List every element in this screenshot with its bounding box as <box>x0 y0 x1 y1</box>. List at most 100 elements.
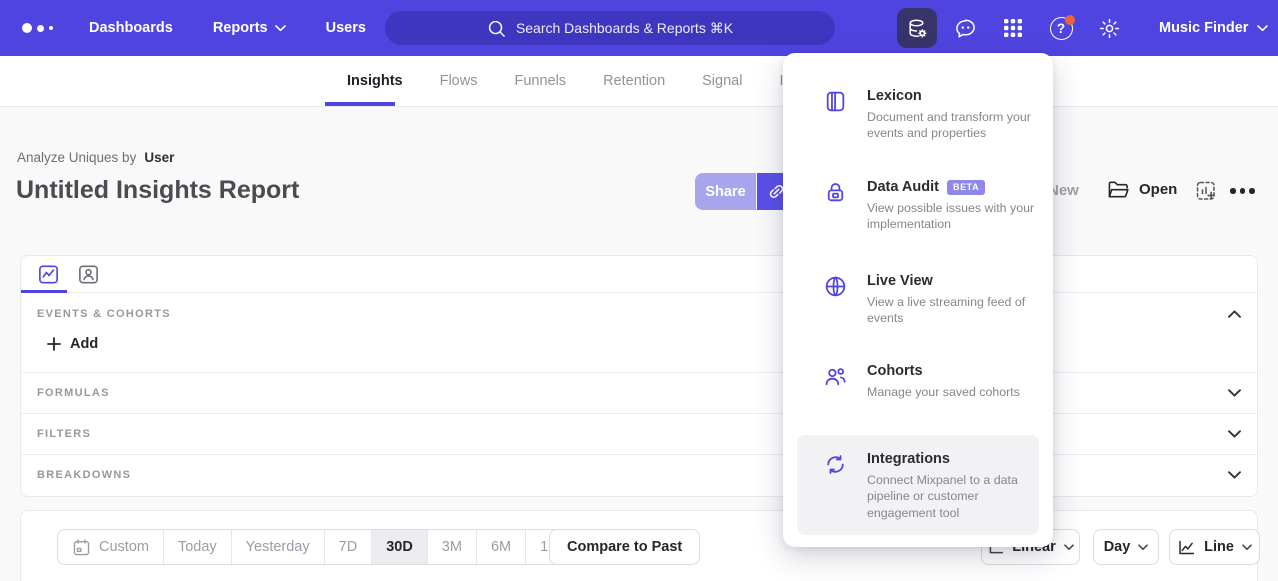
globe-icon <box>823 273 849 327</box>
tab-profiles-view[interactable] <box>75 261 101 287</box>
breakdowns-header: BREAKDOWNS <box>37 469 131 481</box>
add-event-button[interactable]: Add <box>47 336 98 352</box>
query-builder-panel: EVENTS & COHORTS Add FORMULAS FILTERS BR… <box>20 255 1258 497</box>
menu-lexicon-desc: Document and transform your events and p… <box>867 109 1047 142</box>
data-management-dropdown: Lexicon Document and transform your even… <box>783 53 1053 547</box>
tab-retention[interactable]: Retention <box>603 56 665 106</box>
report-type-tabs: Insights Flows Funnels Retention Signal … <box>0 56 1278 107</box>
breadcrumb-prefix: Analyze Uniques by <box>17 150 136 165</box>
nav-reports-label: Reports <box>213 20 268 36</box>
metrics-chart-icon <box>37 263 60 286</box>
settings-button[interactable] <box>1089 8 1129 48</box>
formulas-section[interactable]: FORMULAS <box>21 372 1257 413</box>
menu-item-integrations[interactable]: Integrations Connect Mixpanel to a data … <box>797 435 1039 535</box>
beta-badge: BETA <box>947 180 985 195</box>
menu-item-lexicon[interactable]: Lexicon Document and transform your even… <box>797 78 1039 152</box>
tab-flows-label: Flows <box>440 73 478 89</box>
more-options-button[interactable] <box>1230 188 1255 194</box>
chevron-down-icon <box>1228 430 1241 438</box>
tab-funnels-label: Funnels <box>514 73 566 89</box>
user-profile-icon <box>77 263 100 286</box>
tab-signal[interactable]: Signal <box>702 56 742 106</box>
search-icon <box>487 19 506 38</box>
range-7d[interactable]: 7D <box>324 530 372 564</box>
chart-controls-bar: Custom Today Yesterday 7D 30D 3M 6M 12M … <box>20 510 1258 581</box>
global-search-input[interactable]: Search Dashboards & Reports ⌘K <box>385 11 835 45</box>
range-custom[interactable]: Custom <box>58 530 163 564</box>
page-title: Untitled Insights Report <box>16 176 299 205</box>
date-range-group: Custom Today Yesterday 7D 30D 3M 6M 12M <box>57 529 583 565</box>
people-icon <box>823 363 849 400</box>
interval-label: Day <box>1104 539 1131 555</box>
chevron-down-icon <box>1228 389 1241 397</box>
gear-icon <box>1098 17 1121 40</box>
nav-users[interactable]: Users <box>326 20 366 36</box>
tab-insights-label: Insights <box>347 73 403 89</box>
chart-type-selector[interactable]: Line <box>1169 529 1260 565</box>
tab-metrics-view[interactable] <box>35 261 61 287</box>
tab-signal-label: Signal <box>702 73 742 89</box>
breadcrumb-entity-selector[interactable]: User <box>144 150 174 165</box>
breakdowns-section[interactable]: BREAKDOWNS <box>21 454 1257 495</box>
builder-mode-tabs <box>21 256 1257 293</box>
breadcrumb: Analyze Uniques by User <box>17 150 174 165</box>
search-placeholder: Search Dashboards & Reports ⌘K <box>516 20 733 37</box>
tab-retention-label: Retention <box>603 73 665 89</box>
tab-insights[interactable]: Insights <box>347 56 403 106</box>
primary-nav: Dashboards Reports Users <box>89 20 366 36</box>
events-cohorts-section: EVENTS & COHORTS Add <box>21 293 1257 372</box>
mixpanel-logo[interactable] <box>22 23 53 33</box>
open-label: Open <box>1139 181 1177 198</box>
range-3m[interactable]: 3M <box>427 530 476 564</box>
add-to-dashboard-button[interactable] <box>1195 180 1218 203</box>
chevron-down-icon <box>275 25 286 32</box>
chat-bubble-icon <box>954 17 977 40</box>
chart-type-label: Line <box>1204 539 1234 555</box>
menu-item-cohorts[interactable]: Cohorts Manage your saved cohorts <box>797 353 1039 410</box>
interval-selector[interactable]: Day <box>1093 529 1159 565</box>
add-label: Add <box>70 336 98 352</box>
menu-live-view-desc: View a live streaming feed of events <box>867 294 1047 327</box>
notification-dot <box>1065 15 1075 25</box>
open-report-button[interactable]: Open <box>1107 179 1177 200</box>
chevron-up-icon[interactable] <box>1228 310 1241 318</box>
menu-data-audit-title: Data Audit <box>867 179 939 195</box>
range-yesterday[interactable]: Yesterday <box>231 530 324 564</box>
filters-section[interactable]: FILTERS <box>21 413 1257 454</box>
project-name: Music Finder <box>1159 20 1248 36</box>
lock-icon <box>823 179 849 233</box>
feedback-button[interactable] <box>945 8 985 48</box>
range-30d[interactable]: 30D <box>371 530 427 564</box>
apps-grid-button[interactable] <box>993 8 1033 48</box>
top-navigation: Dashboards Reports Users Search Dashboar… <box>0 0 1278 56</box>
data-management-button[interactable] <box>897 8 937 48</box>
range-today[interactable]: Today <box>163 530 231 564</box>
tab-flows[interactable]: Flows <box>440 56 478 106</box>
folder-icon <box>1107 179 1130 200</box>
compare-to-past-button[interactable]: Compare to Past <box>549 529 700 565</box>
plus-icon <box>47 337 61 351</box>
help-button[interactable]: ? <box>1041 8 1081 48</box>
menu-integrations-desc: Connect Mixpanel to a data pipeline or c… <box>867 472 1047 521</box>
apps-grid-icon <box>1002 17 1024 39</box>
share-group: Share <box>695 173 795 210</box>
board-add-icon <box>1195 180 1218 203</box>
menu-cohorts-desc: Manage your saved cohorts <box>867 384 1047 400</box>
line-chart-icon <box>1177 538 1196 557</box>
top-actions: ? Music Finder <box>897 8 1268 48</box>
nav-reports[interactable]: Reports <box>213 20 286 36</box>
menu-item-data-audit[interactable]: Data Audit BETA View possible issues wit… <box>797 169 1039 243</box>
nav-dashboards[interactable]: Dashboards <box>89 20 173 36</box>
calendar-icon <box>72 538 91 557</box>
active-tab-underline <box>21 290 67 293</box>
chevron-down-icon <box>1242 544 1252 551</box>
tab-funnels[interactable]: Funnels <box>514 56 566 106</box>
menu-lexicon-title: Lexicon <box>867 88 922 104</box>
menu-item-live-view[interactable]: Live View View a live streaming feed of … <box>797 263 1039 337</box>
events-cohorts-header: EVENTS & COHORTS <box>37 308 171 320</box>
range-6m[interactable]: 6M <box>476 530 525 564</box>
chevron-down-icon <box>1138 544 1148 551</box>
project-switcher[interactable]: Music Finder <box>1159 20 1268 36</box>
share-button[interactable]: Share <box>695 173 756 210</box>
chevron-down-icon <box>1228 471 1241 479</box>
